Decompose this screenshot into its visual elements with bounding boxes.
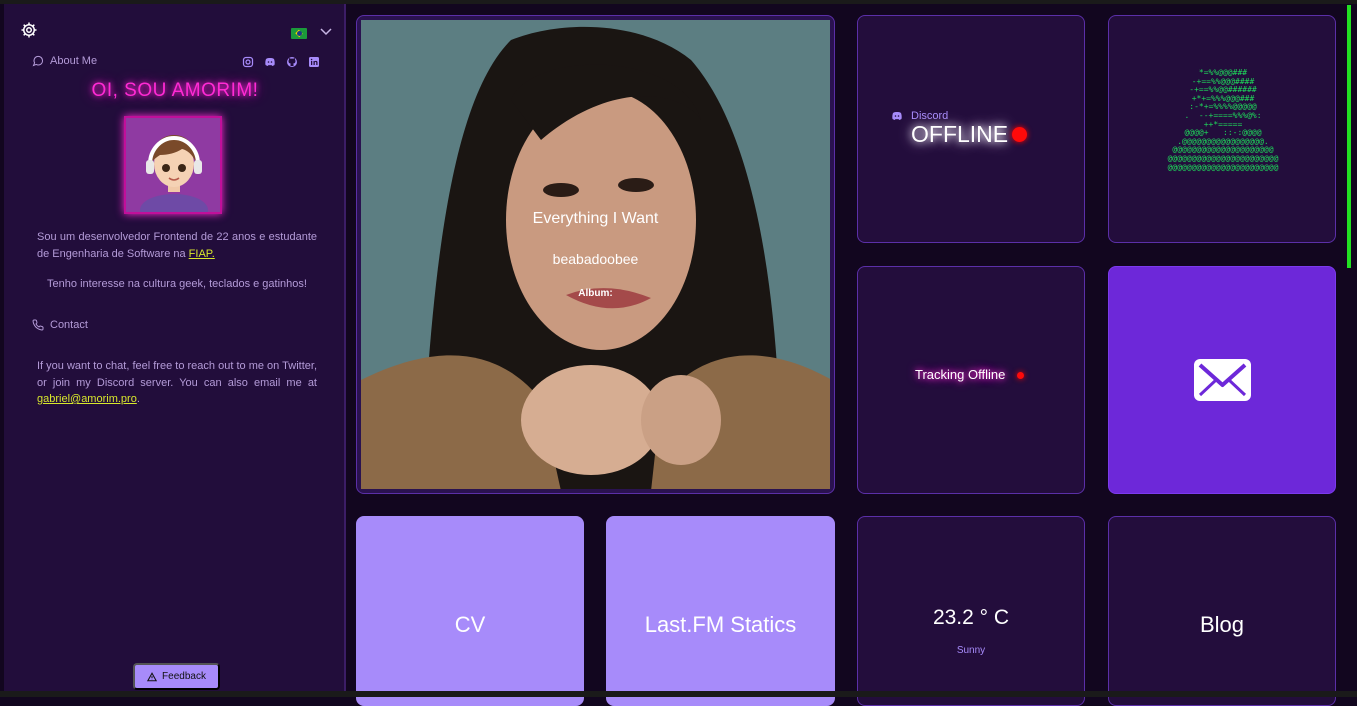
offline-status-dot [1012, 127, 1027, 142]
tracking-status-dot [1017, 372, 1024, 379]
about-me-heading: About Me [32, 55, 97, 67]
cv-card[interactable]: CV [356, 516, 584, 706]
warning-icon [147, 672, 157, 682]
chat-bubble-icon [32, 55, 44, 67]
contact-label: Contact [50, 319, 88, 331]
discord-icon [891, 110, 903, 122]
feedback-button[interactable]: Feedback [133, 663, 220, 690]
gear-icon[interactable] [20, 21, 38, 39]
contact-text-content: If you want to chat, feel free to reach … [37, 360, 317, 389]
contact-heading: Contact [32, 319, 88, 331]
linkedin-icon[interactable] [308, 55, 320, 67]
discord-status-card[interactable]: Discord OFFLINE [857, 15, 1085, 243]
artist-name: beabadoobee [361, 251, 830, 267]
tracking-status-text: Tracking Offline [915, 367, 1005, 382]
now-playing-card[interactable]: Everything I Want beabadoobee Album: [356, 15, 835, 494]
about-me-label: About Me [50, 55, 97, 67]
scrollbar-thumb[interactable] [1347, 5, 1351, 268]
brazil-flag-icon[interactable] [291, 28, 307, 39]
lastfm-stats-card[interactable]: Last.FM Statics [606, 516, 835, 706]
ascii-art: *=%%@@@### -+==%%@@@#### -+==%%@@###### … [1109, 69, 1336, 172]
temperature: 23.2 ° C [858, 606, 1084, 630]
avatar [124, 116, 222, 214]
blog-card[interactable]: Blog [1108, 516, 1336, 706]
mail-icon [1194, 359, 1251, 401]
weather-card: 23.2 ° C Sunny [857, 516, 1085, 706]
blog-label: Blog [1109, 612, 1335, 638]
chevron-down-icon[interactable] [320, 24, 332, 39]
album-cover-image: Everything I Want beabadoobee Album: [361, 20, 830, 489]
album-label: Album: [361, 288, 830, 299]
interests-text: Tenho interesse na cultura geek, teclado… [37, 276, 317, 293]
discord-icon[interactable] [264, 55, 276, 67]
github-icon[interactable] [286, 55, 298, 67]
social-links [242, 55, 320, 67]
feedback-label: Feedback [162, 671, 206, 682]
ascii-art-card: *=%%@@@### -+==%%@@@#### -+==%%@@###### … [1108, 15, 1336, 243]
cv-label: CV [357, 612, 583, 638]
discord-status-text: OFFLINE [911, 121, 1008, 148]
greeting-heading: OI, SOU AMORIM! [4, 80, 346, 102]
bio-text-content: Sou um desenvolvedor Frontend de 22 anos… [37, 231, 317, 260]
tracking-status-card: Tracking Offline [857, 266, 1085, 494]
contact-text: If you want to chat, feel free to reach … [37, 358, 317, 408]
lastfm-label: Last.FM Statics [607, 612, 834, 638]
song-title: Everything I Want [361, 210, 830, 228]
email-card[interactable] [1108, 266, 1336, 494]
instagram-icon[interactable] [242, 55, 254, 67]
phone-icon [32, 319, 44, 331]
bio-text: Sou um desenvolvedor Frontend de 22 anos… [37, 229, 317, 262]
email-link[interactable]: gabriel@amorim.pro [37, 393, 137, 405]
contact-text-end: . [137, 393, 140, 405]
sidebar: About Me OI, SOU AMORIM! [4, 4, 346, 691]
fiap-link[interactable]: FIAP. [189, 248, 215, 260]
window-bottom-border [0, 691, 1357, 697]
weather-condition: Sunny [858, 645, 1084, 656]
